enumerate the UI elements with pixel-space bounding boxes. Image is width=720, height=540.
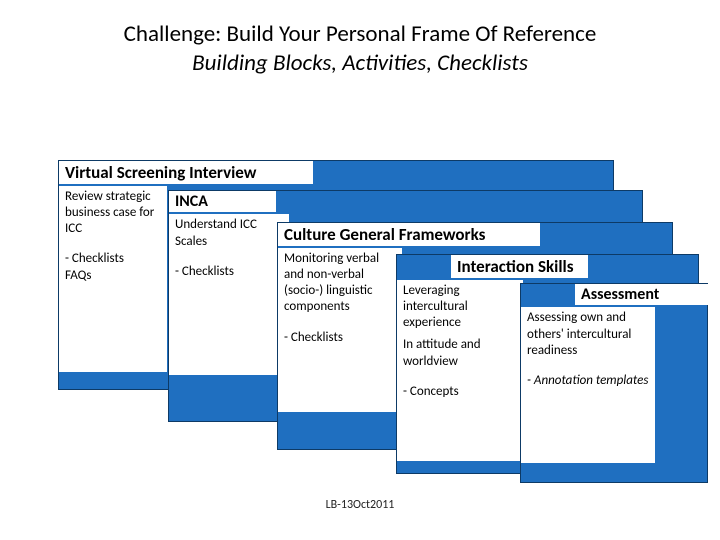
band-head-interaction-skills: Interaction Skills <box>451 255 588 278</box>
text: Understand ICC Scales <box>175 217 283 250</box>
text: Monitoring verbal and non-verbal (socio-… <box>284 251 396 316</box>
text: - Concepts <box>403 384 517 400</box>
text: Review strategic business case for ICC <box>65 189 161 238</box>
band-head-assessment: Assessment <box>575 284 715 305</box>
page-title: Challenge: Build Your Personal Frame Of … <box>0 20 720 49</box>
text: - Checklists FAQs <box>65 251 161 284</box>
text: In attitude and worldview <box>403 337 517 370</box>
text: - Annotation templates <box>527 373 649 389</box>
text: Assessing own and others' intercultural … <box>527 310 649 359</box>
band-body-culture-frameworks: Monitoring verbal and non-verbal (socio-… <box>278 248 402 412</box>
slide-title-block: Challenge: Build Your Personal Frame Of … <box>0 20 720 78</box>
band-assessment: Assessment Assessing own and others' int… <box>520 283 708 483</box>
band-body-inca: Understand ICC Scales - Checklists <box>169 214 289 375</box>
band-head-inca: INCA <box>169 191 276 212</box>
text: - Checklists <box>175 264 283 280</box>
text: - Checklists <box>284 330 396 346</box>
band-head-culture-frameworks: Culture General Frameworks <box>278 223 540 246</box>
band-head-virtual-screening: Virtual Screening Interview <box>59 161 313 184</box>
text: Leveraging intercultural experience <box>403 283 517 332</box>
page-subtitle: Building Blocks, Activities, Checklists <box>0 49 720 78</box>
band-body-virtual-screening: Review strategic business case for ICC -… <box>59 186 167 372</box>
band-body-interaction-skills: Leveraging intercultural experience In a… <box>397 280 523 461</box>
slide-footer: LB-13Oct2011 <box>0 498 720 512</box>
band-body-assessment: Assessing own and others' intercultural … <box>521 307 655 463</box>
